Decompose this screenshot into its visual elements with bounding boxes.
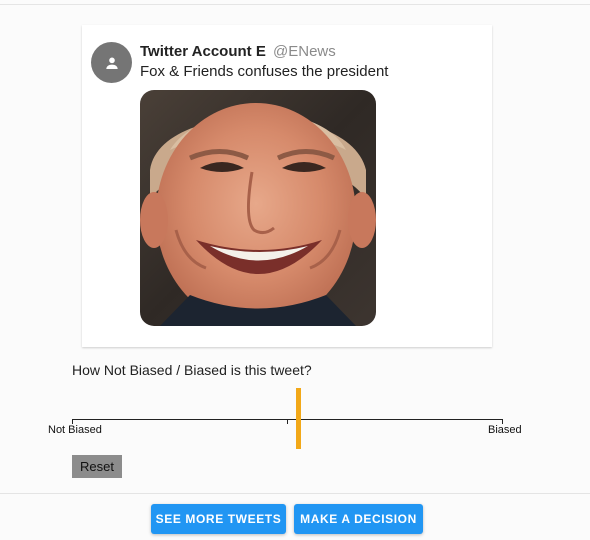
top-divider <box>0 4 590 5</box>
person-icon <box>105 57 118 69</box>
account-name: Twitter Account E <box>140 43 266 60</box>
tweet-header: Twitter Account E @ENews <box>140 43 336 61</box>
reset-button[interactable]: Reset <box>72 455 122 478</box>
tweet-card: Twitter Account E @ENews Fox & Friends c… <box>82 25 492 347</box>
avatar <box>91 42 132 83</box>
portrait-image <box>140 90 376 326</box>
scale-label-biased: Biased <box>488 424 522 436</box>
bias-question: How Not Biased / Biased is this tweet? <box>72 362 312 378</box>
tweet-text: Fox & Friends confuses the president <box>140 63 389 80</box>
scale-label-not-biased: Not Biased <box>48 424 102 436</box>
make-a-decision-button[interactable]: MAKE A DECISION <box>294 504 423 534</box>
scale-tick-middle <box>287 419 288 424</box>
account-handle: @ENews <box>273 43 336 60</box>
see-more-tweets-button[interactable]: SEE MORE TWEETS <box>151 504 286 534</box>
bias-slider-handle[interactable] <box>296 388 301 449</box>
tweet-image <box>140 90 376 326</box>
